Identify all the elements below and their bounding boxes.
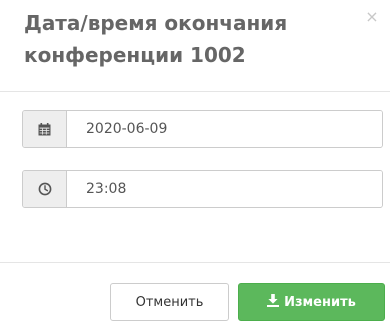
time-input-group	[22, 170, 383, 208]
dialog-footer: Отменить Изменить	[0, 262, 390, 330]
download-icon	[267, 293, 280, 311]
close-button[interactable]: ×	[362, 8, 382, 28]
date-field[interactable]	[67, 111, 382, 147]
dialog-header: Дата/время окончания конференции 1002 ×	[0, 0, 390, 92]
dialog-title: Дата/время окончания конференции 1002	[24, 11, 288, 67]
cancel-button-label: Отменить	[135, 294, 204, 310]
time-field[interactable]	[67, 171, 382, 207]
calendar-icon[interactable]	[23, 111, 67, 147]
submit-button[interactable]: Изменить	[238, 283, 385, 321]
submit-button-label: Изменить	[284, 294, 356, 310]
cancel-button[interactable]: Отменить	[110, 283, 229, 321]
end-datetime-dialog: Дата/время окончания конференции 1002 ×	[0, 0, 390, 329]
dialog-body	[0, 92, 390, 262]
date-input-group	[22, 110, 383, 148]
clock-icon[interactable]	[23, 171, 67, 207]
